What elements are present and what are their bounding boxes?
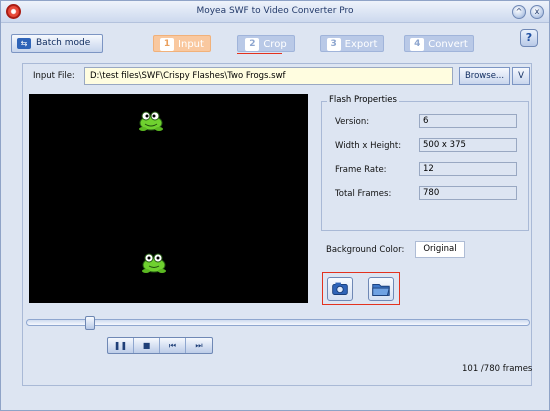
step-number: 4 xyxy=(410,38,425,51)
version-label: Version: xyxy=(335,117,370,127)
browse-button[interactable]: Browse... xyxy=(459,67,510,85)
frog-sprite xyxy=(139,111,163,131)
pause-icon: ❚❚ xyxy=(113,341,128,350)
help-button[interactable]: ? xyxy=(520,29,538,47)
batch-mode-button[interactable]: ⇆ Batch mode xyxy=(11,34,103,53)
playback-controls: ❚❚ ■ ⏮ ⏭ xyxy=(107,337,213,354)
input-file-field[interactable]: D:\test files\SWF\Crispy Flashes\Two Fro… xyxy=(84,67,453,85)
open-folder-button[interactable] xyxy=(368,277,394,301)
step-input-tab[interactable]: 1 Input xyxy=(153,35,211,52)
version-value: 6 xyxy=(419,114,517,128)
playback-slider[interactable] xyxy=(26,319,530,326)
stop-button[interactable]: ■ xyxy=(134,338,160,353)
step-label: Export xyxy=(344,39,378,50)
step-crop-tab[interactable]: 2 Crop xyxy=(237,35,295,52)
frame-rate-value: 12 xyxy=(419,162,517,176)
step-number: 2 xyxy=(245,38,260,51)
snapshot-icon xyxy=(332,282,348,295)
next-button[interactable]: ⏭ xyxy=(186,338,212,353)
background-color-label: Background Color: xyxy=(326,245,405,255)
size-value: 500 x 375 xyxy=(419,138,517,152)
total-frames-value: 780 xyxy=(419,186,517,200)
frame-counter: 101 /780 frames xyxy=(462,364,533,374)
app-window: Moyea SWF to Video Converter Pro ^ x ⇆ B… xyxy=(0,0,550,411)
previous-icon: ⏮ xyxy=(168,341,177,350)
browse-menu-button[interactable]: V xyxy=(512,67,530,85)
total-frames-label: Total Frames: xyxy=(335,189,392,199)
title-bar: Moyea SWF to Video Converter Pro ^ x xyxy=(1,1,549,23)
minimize-button[interactable]: ^ xyxy=(512,5,526,19)
input-file-label: Input File: xyxy=(33,71,75,81)
step-label: Crop xyxy=(263,39,287,50)
frame-rate-label: Frame Rate: xyxy=(335,165,387,175)
step-number: 3 xyxy=(326,38,341,51)
batch-mode-icon: ⇆ xyxy=(17,38,31,49)
background-color-button[interactable]: Original xyxy=(415,241,465,258)
step-label: Convert xyxy=(428,39,468,50)
step-convert-tab[interactable]: 4 Convert xyxy=(404,35,474,52)
previous-button[interactable]: ⏮ xyxy=(160,338,186,353)
video-preview xyxy=(29,94,308,303)
step-label: Input xyxy=(178,39,204,50)
close-button[interactable]: x xyxy=(530,5,544,19)
snapshot-button[interactable] xyxy=(327,277,353,301)
playback-slider-thumb[interactable] xyxy=(85,316,95,330)
next-step-indicator xyxy=(237,53,282,54)
size-label: Width x Height: xyxy=(335,141,402,151)
step-export-tab[interactable]: 3 Export xyxy=(320,35,384,52)
pause-button[interactable]: ❚❚ xyxy=(108,338,134,353)
next-icon: ⏭ xyxy=(195,341,203,350)
folder-icon xyxy=(372,283,390,296)
batch-mode-label: Batch mode xyxy=(36,38,91,48)
flash-properties-title: Flash Properties xyxy=(327,95,399,105)
frog-sprite xyxy=(142,253,166,273)
window-title: Moyea SWF to Video Converter Pro xyxy=(196,6,354,16)
stop-icon: ■ xyxy=(142,341,151,350)
step-number: 1 xyxy=(160,38,175,51)
